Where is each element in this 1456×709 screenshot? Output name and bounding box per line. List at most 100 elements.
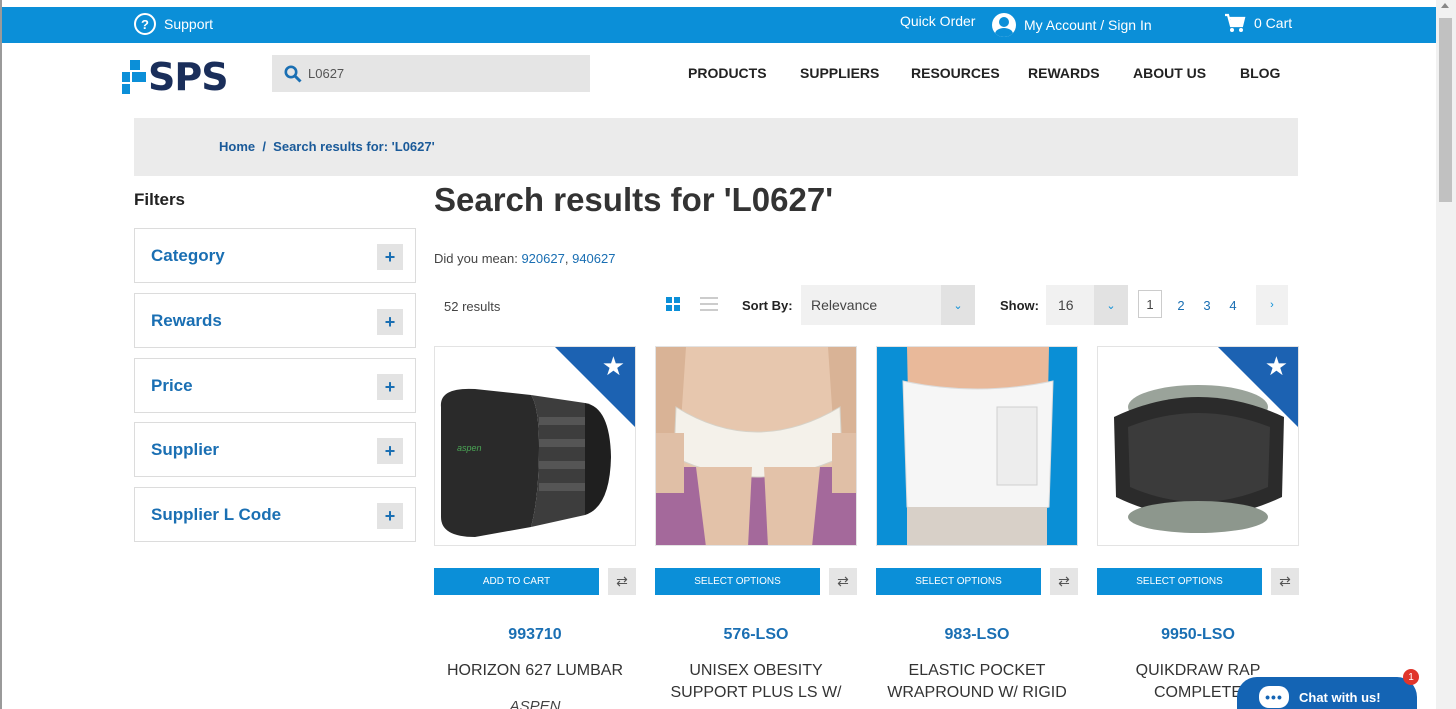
chat-label: Chat with us! [1299, 689, 1381, 705]
filter-supplier[interactable]: Supplier + [134, 422, 416, 477]
product-card: aspen ★ ADD TO CART ⇄ 993710 HORIZON 627… [434, 346, 636, 709]
search-box[interactable] [272, 55, 590, 92]
product-name[interactable]: HORIZON 627 LUMBAR [434, 660, 636, 682]
sort-value: Relevance [811, 297, 878, 313]
suggestion-link[interactable]: 940627 [572, 251, 615, 266]
compare-icon[interactable]: ⇄ [829, 568, 857, 595]
window-left-edge [0, 0, 2, 709]
scroll-up-arrow-icon[interactable] [1441, 3, 1449, 8]
product-sku[interactable]: 9950-LSO [1097, 626, 1299, 644]
scrollbar[interactable] [1436, 0, 1456, 709]
filter-category[interactable]: Category + [134, 228, 416, 283]
chevron-down-icon[interactable]: ⌄ [1094, 285, 1128, 325]
product-sku[interactable]: 993710 [434, 626, 636, 644]
logo-text: SPS [148, 55, 229, 99]
chat-icon: ••• [1259, 686, 1289, 708]
plus-icon[interactable]: + [377, 244, 403, 270]
next-page-button[interactable]: › [1256, 285, 1288, 325]
page-1[interactable]: 1 [1138, 290, 1162, 318]
filter-label: Supplier L Code [151, 505, 282, 524]
obesity-support-image [656, 347, 856, 545]
account-label: My Account / Sign In [1024, 17, 1152, 33]
breadcrumb[interactable]: Home / Search results for: 'L0627' [219, 139, 435, 154]
filter-label: Category [151, 246, 225, 265]
sort-select[interactable]: Relevance ⌄ [801, 285, 975, 325]
product-image[interactable] [876, 346, 1078, 546]
product-image[interactable]: aspen ★ [434, 346, 636, 546]
nav-suppliers[interactable]: SUPPLIERS [800, 65, 879, 81]
cart-link[interactable]: 0 Cart [1224, 13, 1292, 33]
product-sku[interactable]: 576-LSO [655, 626, 857, 644]
plus-icon[interactable]: + [377, 438, 403, 464]
select-options-button[interactable]: SELECT OPTIONS [655, 568, 820, 595]
filter-rewards[interactable]: Rewards + [134, 293, 416, 348]
suggestion-link[interactable]: 920627 [521, 251, 564, 266]
plus-icon[interactable]: + [377, 374, 403, 400]
logo-mark-icon [122, 60, 146, 94]
page-2[interactable]: 2 [1174, 290, 1188, 320]
product-card: SELECT OPTIONS ⇄ 983-LSO ELASTIC POCKET … [876, 346, 1078, 701]
cart-label: 0 Cart [1254, 15, 1293, 31]
plus-icon[interactable]: + [377, 309, 403, 335]
compare-icon[interactable]: ⇄ [1050, 568, 1078, 595]
select-options-button[interactable]: SELECT OPTIONS [1097, 568, 1262, 595]
product-card: ★ SELECT OPTIONS ⇄ 9950-LSO QUIKDRAW RAP… [1097, 346, 1299, 701]
product-sku[interactable]: 983-LSO [876, 626, 1078, 644]
compare-icon[interactable]: ⇄ [608, 568, 636, 595]
search-input[interactable] [308, 66, 568, 81]
svg-text:aspen: aspen [457, 443, 482, 453]
cart-icon [1225, 13, 1246, 32]
quick-order-link[interactable]: Quick Order [900, 13, 975, 29]
nav-rewards[interactable]: REWARDS [1028, 65, 1100, 81]
compare-icon[interactable]: ⇄ [1271, 568, 1299, 595]
filter-supplier-l-code[interactable]: Supplier L Code + [134, 487, 416, 542]
account-link[interactable]: My Account / Sign In [992, 13, 1152, 37]
nav-blog[interactable]: BLOG [1240, 65, 1280, 81]
scrollbar-thumb[interactable] [1439, 18, 1452, 202]
nav-products[interactable]: PRODUCTS [688, 65, 767, 81]
sps-logo[interactable]: SPS [122, 55, 229, 99]
filters-title: Filters [134, 190, 186, 209]
elastic-wrap-image [877, 347, 1077, 545]
show-value: 16 [1058, 297, 1074, 313]
filter-label: Price [151, 376, 193, 395]
star-badge-icon: ★ [601, 351, 625, 381]
breadcrumb-bar: Home / Search results for: 'L0627' [134, 118, 1298, 176]
suggestion-separator: , [564, 251, 569, 266]
product-name[interactable]: UNISEX OBESITY SUPPORT PLUS LS W/ [655, 660, 857, 704]
product-card: SELECT OPTIONS ⇄ 576-LSO UNISEX OBESITY … [655, 346, 857, 701]
question-circle-icon: ? [134, 13, 156, 35]
page-4[interactable]: 4 [1226, 290, 1240, 320]
search-icon[interactable] [284, 65, 302, 83]
filter-price[interactable]: Price + [134, 358, 416, 413]
product-image[interactable]: ★ [1097, 346, 1299, 546]
sort-label: Sort By: [742, 298, 793, 313]
results-count: 52 results [444, 299, 501, 314]
did-you-mean: Did you mean: 920627, 940627 [434, 251, 615, 266]
nav-resources[interactable]: RESOURCES [911, 65, 1000, 81]
add-to-cart-button[interactable]: ADD TO CART [434, 568, 599, 595]
page-title: Search results for 'L0627' [434, 181, 834, 218]
account-icon [992, 13, 1016, 37]
support-label: Support [164, 16, 214, 32]
product-image[interactable] [655, 346, 857, 546]
quick-order-label: Quick Order [900, 13, 976, 29]
support-link[interactable]: ? Support [134, 13, 213, 35]
filter-label: Rewards [151, 311, 222, 330]
did-you-mean-label: Did you mean: [434, 251, 518, 266]
product-name[interactable]: ELASTIC POCKET WRAPROUND W/ RIGID [876, 660, 1078, 704]
plus-icon[interactable]: + [377, 503, 403, 529]
select-options-button[interactable]: SELECT OPTIONS [876, 568, 1041, 595]
chevron-down-icon[interactable]: ⌄ [941, 285, 975, 325]
show-select[interactable]: 16 ⌄ [1046, 285, 1128, 325]
grid-view-icon[interactable] [666, 297, 680, 311]
top-bar: ? Support Quick Order My Account / Sign … [0, 7, 1436, 43]
chat-widget[interactable]: ••• Chat with us! [1237, 677, 1417, 709]
nav-about-us[interactable]: ABOUT US [1133, 65, 1206, 81]
window-top-edge [0, 0, 1436, 7]
page-3[interactable]: 3 [1200, 290, 1214, 320]
chat-notification-badge: 1 [1403, 669, 1419, 685]
filter-label: Supplier [151, 440, 220, 459]
show-label: Show: [1000, 298, 1039, 313]
list-view-icon[interactable] [700, 297, 718, 311]
